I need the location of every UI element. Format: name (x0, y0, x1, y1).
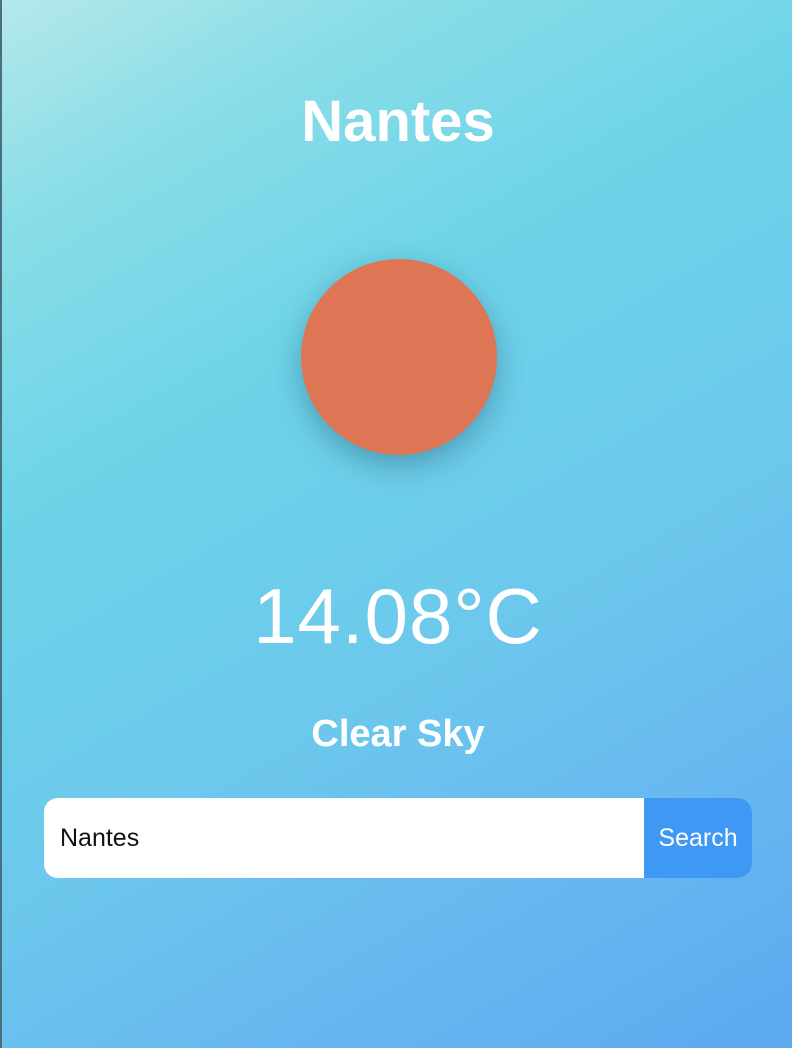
weather-description: Clear Sky (311, 713, 485, 755)
search-button[interactable]: Search (644, 798, 752, 878)
search-bar: Search (44, 798, 752, 878)
search-input[interactable] (44, 798, 644, 878)
temperature-readout: 14.08°C (253, 572, 543, 660)
sun-icon (301, 259, 497, 455)
city-name: Nantes (301, 89, 495, 154)
weather-app: Nantes 14.08°C Clear Sky Search (0, 0, 792, 1048)
